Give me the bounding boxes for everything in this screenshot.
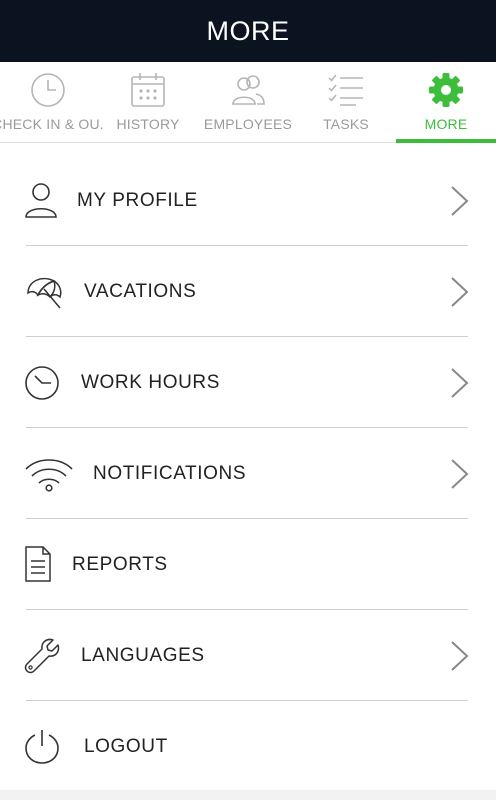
clock-icon: [31, 73, 65, 107]
bottom-edge: [0, 790, 496, 800]
menu-item-work-hours[interactable]: WORK HOURS: [0, 337, 496, 428]
user-icon: [25, 183, 57, 218]
tab-more[interactable]: MORE: [396, 62, 496, 143]
tab-tasks[interactable]: TASKS: [296, 62, 396, 143]
menu-item-vacations[interactable]: VACATIONS: [0, 246, 496, 337]
users-icon: [232, 75, 265, 105]
menu-item-label: MY PROFILE: [77, 190, 198, 211]
menu-item-notifications[interactable]: NOTIFICATIONS: [0, 428, 496, 519]
page-title: MORE: [206, 15, 290, 46]
tab-bar: CHECK IN & OU. HISTORY EMPLOYEES TASKS M…: [0, 62, 496, 143]
menu-item-label: LOGOUT: [84, 736, 168, 757]
tab-label: CHECK IN & OU.: [0, 116, 104, 132]
chevron-right-icon: [451, 459, 469, 489]
tab-label: EMPLOYEES: [203, 116, 293, 132]
umbrella-icon: [27, 277, 62, 309]
menu-item-my-profile[interactable]: MY PROFILE: [0, 155, 496, 246]
active-tab-indicator: [396, 139, 496, 143]
menu-item-label: REPORTS: [72, 554, 168, 575]
tab-label: TASKS: [323, 116, 369, 132]
power-icon: [25, 730, 59, 764]
tab-check-in-out[interactable]: CHECK IN & OU.: [0, 62, 104, 143]
menu-item-logout[interactable]: LOGOUT: [0, 701, 496, 792]
menu-item-label: LANGUAGES: [81, 645, 205, 666]
checklist-icon: [328, 74, 363, 106]
menu-item-label: NOTIFICATIONS: [93, 463, 247, 484]
tab-label: MORE: [424, 116, 468, 132]
menu-item-label: WORK HOURS: [81, 372, 220, 393]
chevron-right-icon: [451, 186, 469, 216]
wifi-icon: [25, 459, 73, 492]
gear-icon: [429, 73, 463, 107]
document-icon: [25, 546, 51, 582]
menu-item-reports[interactable]: REPORTS: [0, 519, 496, 610]
tab-label: HISTORY: [116, 116, 180, 132]
clock-icon: [25, 366, 59, 400]
calendar-icon: [131, 73, 165, 107]
tab-history[interactable]: HISTORY: [98, 62, 198, 143]
wrench-icon: [24, 638, 60, 674]
menu-item-languages[interactable]: LANGUAGES: [0, 610, 496, 701]
chevron-right-icon: [451, 368, 469, 398]
chevron-right-icon: [451, 277, 469, 307]
app-bar: MORE: [0, 0, 496, 62]
tab-employees[interactable]: EMPLOYEES: [198, 62, 298, 143]
menu-item-label: VACATIONS: [84, 281, 197, 302]
chevron-right-icon: [451, 641, 469, 671]
